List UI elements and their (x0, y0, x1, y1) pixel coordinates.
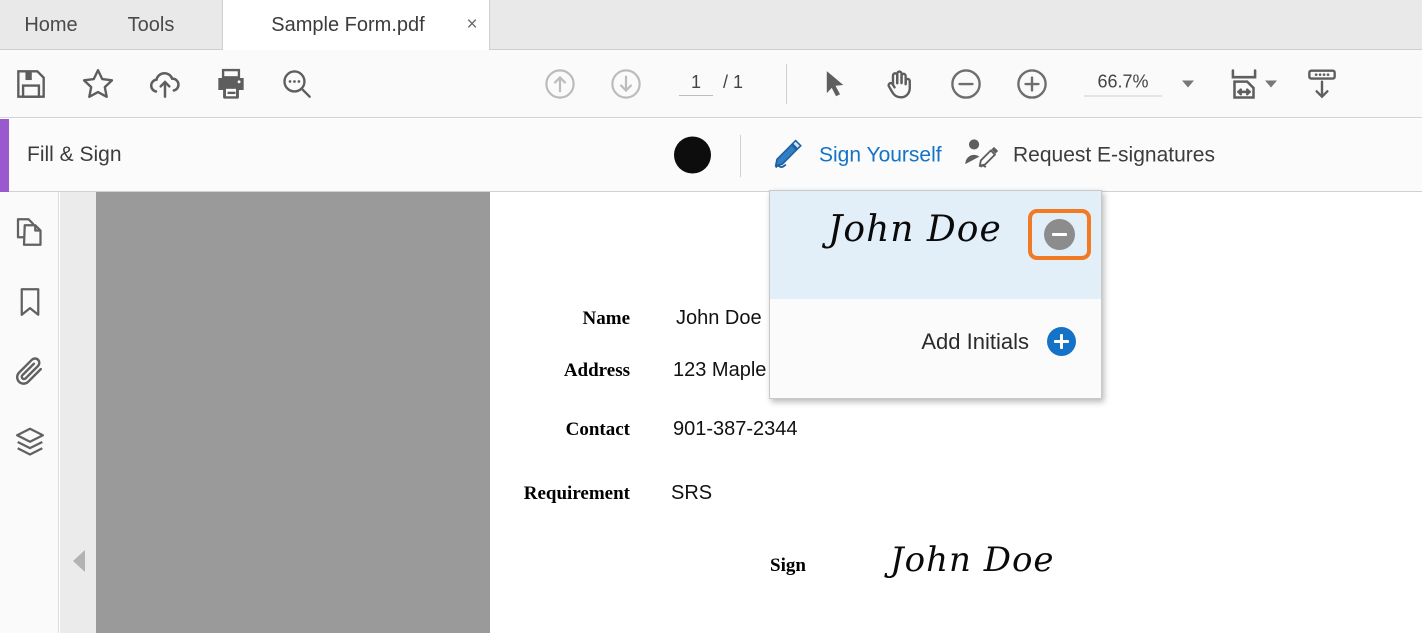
bookmarks-icon[interactable] (0, 274, 59, 330)
field-label: Requirement (523, 483, 630, 504)
field-row-contact: Contact 901-387-2344 (490, 418, 798, 441)
document-viewport: Name John Doe Address 123 Maple St. Cont… (60, 192, 1422, 633)
collapse-panel-icon[interactable] (73, 550, 85, 572)
previous-page-icon[interactable] (541, 65, 579, 103)
saved-signature-preview[interactable]: John Doe (828, 209, 1002, 250)
select-tool-icon[interactable] (816, 66, 852, 102)
zoom-in-icon[interactable] (1013, 65, 1051, 103)
save-icon[interactable] (12, 65, 50, 103)
add-initials-label: Add Initials (921, 329, 1029, 354)
chevron-down-icon[interactable] (1182, 80, 1194, 87)
minus-icon (1044, 219, 1075, 250)
navigation-rail (0, 192, 59, 633)
sign-yourself-label: Sign Yourself (819, 143, 942, 166)
hand-tool-icon[interactable] (880, 65, 918, 103)
tab-bar: Home Tools Sample Form.pdf × (0, 0, 1422, 50)
field-value[interactable]: 901-387-2344 (673, 418, 798, 441)
sign-label: Sign (770, 555, 806, 576)
page-shaded-region (96, 192, 490, 633)
tab-home[interactable]: Home (10, 0, 92, 50)
saved-signature-row[interactable]: John Doe (770, 191, 1101, 299)
fit-page-chevron-down-icon[interactable] (1265, 80, 1277, 87)
fill-and-sign-bar: Fill & Sign Sign Yourself Request E-sign… (0, 119, 1422, 192)
plus-bar-vertical (1060, 334, 1063, 349)
request-esignature-icon (962, 136, 1002, 175)
page-thumbnails-icon[interactable] (0, 204, 59, 260)
cloud-upload-icon[interactable] (145, 64, 185, 104)
field-row-name: Name John Doe (490, 307, 762, 330)
sign-yourself-button[interactable]: Sign Yourself (770, 136, 942, 175)
field-value[interactable]: John Doe (676, 307, 762, 330)
star-icon[interactable] (79, 65, 117, 103)
pdf-reader-window: Home Tools Sample Form.pdf × 1 / 1 66.7%… (0, 0, 1422, 633)
tab-home-label: Home (24, 13, 78, 36)
field-row-sign: Sign (770, 555, 806, 577)
field-row-address: Address 123 Maple St. (490, 359, 797, 382)
sign-pen-icon (770, 136, 808, 175)
fill-and-sign-accent (0, 119, 9, 192)
main-toolbar: 1 / 1 66.7% (0, 50, 1422, 118)
plus-icon[interactable] (1047, 327, 1076, 356)
scroll-mode-icon[interactable] (1303, 65, 1341, 103)
request-esignatures-button[interactable]: Request E-signatures (962, 136, 1215, 175)
page-number-field[interactable]: 1 / 1 (679, 72, 743, 96)
page-number-input[interactable]: 1 (679, 72, 713, 96)
attachments-icon[interactable] (0, 344, 59, 400)
add-initials-row[interactable]: Add Initials (770, 299, 1101, 398)
tab-tools[interactable]: Tools (104, 0, 198, 50)
tab-document-label: Sample Form.pdf (271, 13, 425, 36)
field-label: Contact (565, 419, 630, 440)
layers-icon[interactable] (0, 414, 59, 470)
fill-and-sign-title: Fill & Sign (27, 143, 122, 166)
print-icon[interactable] (212, 65, 250, 103)
signature-dropdown-panel: John Doe Add Initials (769, 190, 1102, 399)
request-esignatures-label: Request E-signatures (1013, 143, 1215, 166)
fill-and-sign-divider (740, 135, 741, 177)
remove-signature-button[interactable] (1028, 209, 1091, 260)
color-swatch[interactable] (674, 136, 711, 174)
zoom-out-icon[interactable] (947, 65, 985, 103)
fit-page-icon[interactable] (1225, 65, 1263, 103)
field-label: Name (582, 308, 630, 329)
tab-document[interactable]: Sample Form.pdf × (222, 0, 490, 50)
page-total-label: / 1 (723, 71, 744, 92)
zoom-level-value[interactable]: 66.7% (1084, 71, 1162, 96)
tab-tools-label: Tools (127, 13, 175, 36)
panel-gutter (60, 192, 96, 633)
field-row-requirement: Requirement SRS (490, 482, 712, 505)
close-icon[interactable]: × (455, 0, 489, 50)
toolbar-divider (786, 64, 787, 104)
minus-bar (1052, 233, 1067, 236)
next-page-icon[interactable] (607, 65, 645, 103)
zoom-level-field[interactable]: 66.7% (1084, 71, 1194, 96)
search-icon[interactable] (278, 65, 316, 103)
field-label: Address (563, 360, 630, 381)
placed-signature[interactable]: John Doe (890, 540, 1055, 580)
field-value[interactable]: SRS (671, 482, 712, 505)
